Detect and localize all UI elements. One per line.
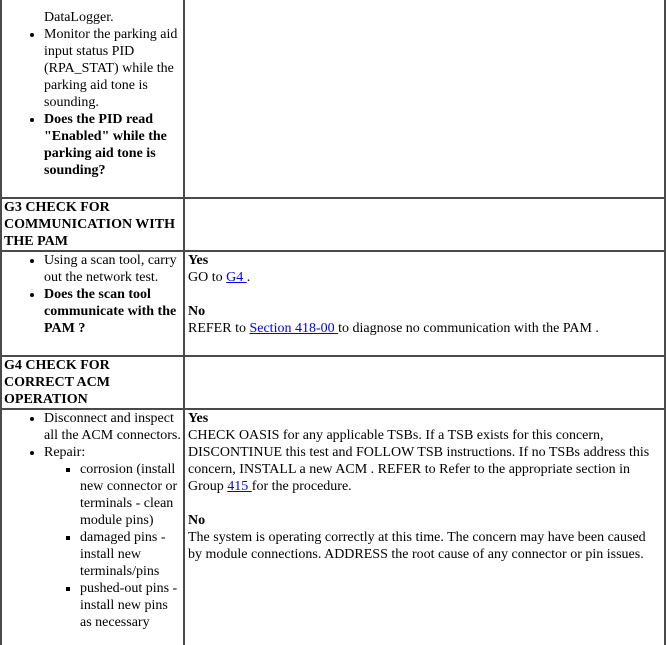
g2-actions-cell: Connect the scan tool and access theData… [0,0,185,199]
g3-title-cell: G3 CHECK FOR COMMUNICATION WITH THE PAM [0,197,185,252]
g4-repair-subitem: damaged pins - install new terminals/pin… [80,529,181,580]
g2-action-list: Connect the scan tool and access theData… [4,0,181,179]
g4-yes-suffix: for the procedure. [251,479,352,494]
diagnostic-table: Connect the scan tool and access theData… [0,0,666,645]
g3-no-result: No REFER to Section 418-00 to diagnose n… [187,303,662,337]
g4-yes-label: Yes [188,411,209,426]
g3-action-list: Using a scan tool, carry out the network… [4,252,181,337]
g4-repair-sublist: corrosion (install new connector or term… [44,461,181,631]
g4-no-result: No The system is operating correctly at … [187,512,662,563]
g3-step-title: G3 CHECK FOR COMMUNICATION WITH THE PAM [4,200,175,249]
g3-no-label: No [188,304,206,319]
g4-repair-label: Repair: [44,445,86,460]
g4-repair-subitem: pushed-out pins - install new pins as ne… [80,580,181,631]
g3-yes-label: Yes [188,253,209,268]
g4-header-empty-cell [183,355,666,410]
g3-yes-suffix: . [246,270,251,285]
g4-repair-item: Repair: corrosion (install new connector… [44,444,181,631]
g3-no-suffix: to diagnose no communication with the PA… [338,321,599,336]
g4-body-row: Disconnect and inspect all the ACM conne… [0,408,666,645]
g4-header-row: G4 CHECK FOR CORRECT ACM OPERATION [0,355,666,410]
g4-link[interactable]: G4 [226,270,247,285]
g3-no-prefix: REFER to [188,321,250,336]
group-415-link[interactable]: 415 [227,479,252,494]
g2-action-item: Monitor the parking aid input status PID… [44,26,181,111]
g4-step-title: G4 CHECK FOR CORRECT ACM OPERATION [4,358,110,407]
g4-actions-cell: Disconnect and inspect all the ACM conne… [0,408,185,645]
g3-question: Does the scan tool communicate with the … [44,286,181,337]
g3-action-item: Using a scan tool, carry out the network… [44,252,181,286]
g2-actions-row: Connect the scan tool and access theData… [0,0,666,199]
g2-question: Does the PID read "Enabled" while the pa… [44,111,181,179]
g3-body-row: Using a scan tool, carry out the network… [0,250,666,357]
g4-no-text: The system is operating correctly at thi… [188,530,646,562]
g3-results-cell: Yes GO to G4 . No REFER to Section 418-0… [183,250,666,357]
g4-results-cell: Yes CHECK OASIS for any applicable TSBs.… [183,408,666,645]
g2-action-item: Connect the scan tool and access theData… [44,0,181,26]
g4-repair-subitem: corrosion (install new connector or term… [80,461,181,529]
g4-action-item: Disconnect and inspect all the ACM conne… [44,410,181,444]
g3-yes-result: Yes GO to G4 . [187,252,662,286]
g4-yes-result: Yes CHECK OASIS for any applicable TSBs.… [187,410,662,495]
g4-title-cell: G4 CHECK FOR CORRECT ACM OPERATION [0,355,185,410]
g2-results-cell [183,0,666,199]
g4-no-label: No [188,513,206,528]
section-418-00-link[interactable]: Section 418-00 [249,321,338,336]
g4-action-list: Disconnect and inspect all the ACM conne… [4,410,181,631]
g3-yes-prefix: GO to [188,270,227,285]
g3-header-empty-cell [183,197,666,252]
g3-actions-cell: Using a scan tool, carry out the network… [0,250,185,357]
g3-header-row: G3 CHECK FOR COMMUNICATION WITH THE PAM [0,197,666,252]
